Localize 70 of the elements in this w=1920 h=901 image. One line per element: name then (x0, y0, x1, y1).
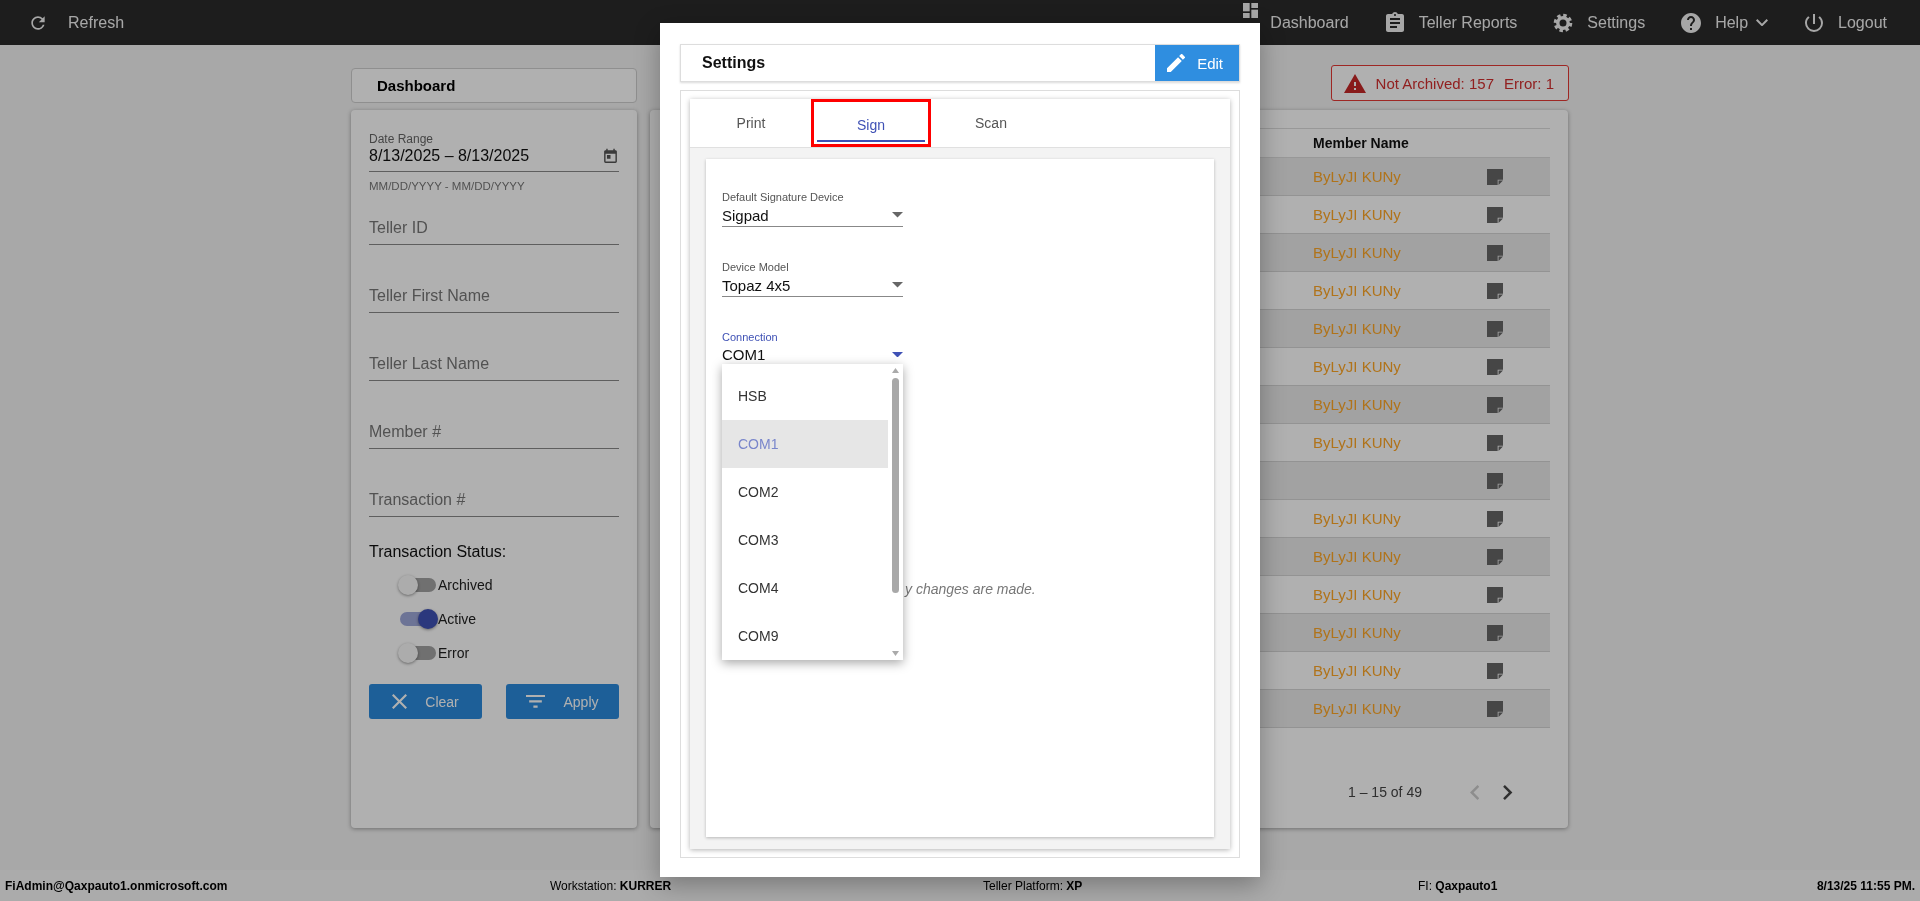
tab[interactable]: Scan (931, 99, 1051, 147)
tab[interactable]: Sign (811, 99, 931, 147)
nav-link[interactable]: Logout (1802, 10, 1887, 35)
note-button[interactable] (1487, 586, 1503, 603)
scrollbar[interactable] (890, 366, 901, 658)
dropdown-option[interactable]: COM9 (722, 612, 888, 660)
column-header: Member Name (1301, 128, 1461, 158)
nav-link[interactable]: Settings (1551, 10, 1646, 35)
note-button[interactable] (1487, 472, 1503, 489)
filter-icon (526, 695, 546, 708)
nav-link[interactable]: Teller Reports (1382, 10, 1518, 35)
dropdown-option[interactable]: COM2 (722, 468, 888, 516)
status-item: Workstation: KURRER (550, 878, 673, 893)
note-button[interactable] (1487, 434, 1503, 451)
next-page-button[interactable] (1503, 784, 1513, 800)
tab[interactable]: Print (691, 99, 811, 147)
field-label: Date Range (369, 132, 435, 146)
toggle-label: Error (438, 645, 470, 661)
user-email: FiAdmin@Qaxpauto1.onmicrosoft.com (5, 878, 229, 893)
dashboard-icon (1243, 2, 1259, 18)
select-field[interactable]: Topaz 4x5 (722, 274, 903, 297)
nav-link[interactable]: Help (1679, 10, 1769, 35)
field-value: 8/13/2025 – 8/13/2025 (369, 147, 530, 165)
dropdown-arrow-icon (892, 351, 903, 358)
alert-text: Error: 1 (1504, 74, 1554, 92)
panel-header: Dashboard (351, 68, 637, 103)
text-field[interactable]: Teller Last Name (369, 355, 619, 381)
field-hint: MM/DD/YYYY - MM/DD/YYYY (369, 180, 526, 192)
text-field[interactable]: Member # (369, 423, 619, 449)
note-button[interactable] (1487, 624, 1503, 641)
text-field[interactable]: Teller ID (369, 219, 619, 245)
note-button[interactable] (1487, 282, 1503, 299)
dropdown-arrow-icon (892, 282, 903, 288)
note-button[interactable] (1487, 700, 1503, 717)
field-label: Default Signature Device (722, 191, 845, 204)
field-label: Device Model (722, 261, 790, 274)
note-button[interactable] (1487, 206, 1503, 223)
dropdown-option[interactable]: HSB (722, 372, 888, 420)
status-item: Teller Platform: XP (983, 878, 1084, 893)
help-icon (1679, 10, 1704, 35)
pencil-icon (1167, 54, 1186, 72)
note-button[interactable] (1487, 244, 1503, 261)
note-button[interactable] (1487, 320, 1503, 337)
alert-text: Not Archived: 157 (1375, 74, 1494, 92)
text-field[interactable]: Transaction # (369, 491, 619, 517)
section-label: Transaction Status: (369, 543, 508, 561)
dropdown-arrow-icon (892, 212, 903, 218)
toggle-label: Active (438, 611, 477, 627)
note-button[interactable] (1487, 662, 1503, 679)
refresh-button[interactable]: Refresh (28, 12, 125, 33)
field-label: Connection (722, 331, 779, 344)
note-button[interactable] (1487, 396, 1503, 413)
date-time: 8/13/25 11:55 PM. (1816, 878, 1915, 893)
select-field[interactable]: Sigpad (722, 204, 903, 227)
page-range: 1 – 15 of 49 (1348, 784, 1423, 800)
dialog-title: Settings (701, 53, 766, 73)
calendar-icon (602, 147, 619, 165)
warning-icon (1343, 73, 1366, 93)
note-button[interactable] (1487, 548, 1503, 565)
close-icon (392, 694, 408, 709)
toggle-label: Archived (438, 577, 493, 593)
note-text: y changes are made. (905, 581, 1036, 597)
dropdown-option[interactable]: COM3 (722, 516, 888, 564)
status-item: FI: Qaxpauto1 (1418, 878, 1499, 893)
date-range-field[interactable]: 8/13/2025 – 8/13/2025 (369, 146, 619, 172)
note-button[interactable] (1487, 358, 1503, 375)
dropdown-option[interactable]: COM4 (722, 564, 888, 612)
note-button[interactable] (1487, 168, 1503, 185)
text-field[interactable]: Teller First Name (369, 287, 619, 313)
note-button[interactable] (1487, 510, 1503, 527)
